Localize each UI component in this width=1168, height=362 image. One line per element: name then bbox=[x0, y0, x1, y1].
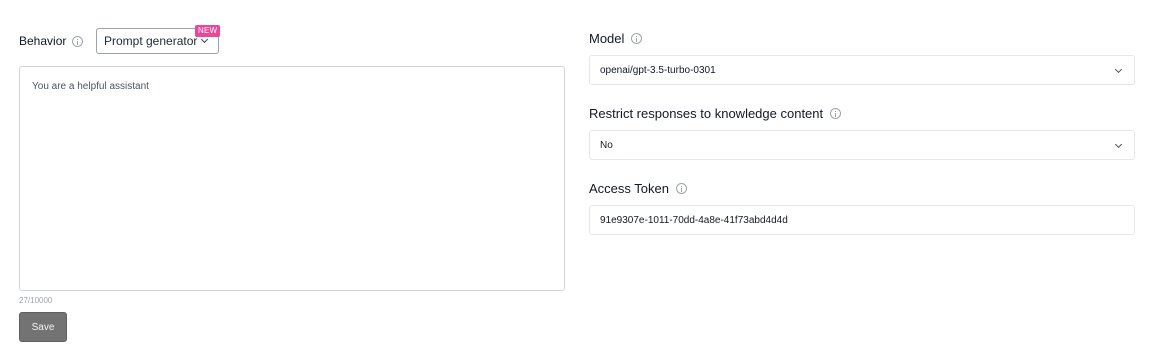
char-count: 27/10000 bbox=[19, 296, 53, 305]
behavior-info-icon[interactable] bbox=[72, 35, 84, 47]
chevron-down-icon bbox=[201, 35, 209, 44]
access-token-label: Access Token bbox=[589, 181, 669, 196]
restrict-label-row: Restrict responses to knowledge content bbox=[589, 106, 842, 121]
new-badge: NEW bbox=[195, 25, 221, 37]
model-label-row: Model bbox=[589, 31, 643, 46]
behavior-prompt-textarea[interactable]: You are a helpful assistant bbox=[19, 66, 565, 291]
restrict-info-icon[interactable] bbox=[830, 108, 842, 119]
save-button[interactable]: Save bbox=[19, 312, 67, 342]
restrict-label: Restrict responses to knowledge content bbox=[589, 106, 824, 121]
access-token-label-row: Access Token bbox=[589, 181, 687, 196]
access-token-field[interactable]: 91e9307e-1011-70dd-4a8e-41f73abd4d4d bbox=[589, 205, 1135, 235]
model-select[interactable]: openai/gpt-3.5-turbo-0301 bbox=[589, 55, 1135, 85]
behavior-header: Behavior bbox=[19, 28, 84, 54]
model-info-icon[interactable] bbox=[631, 33, 643, 44]
prompt-text: You are a helpful assistant bbox=[32, 81, 149, 92]
model-value: openai/gpt-3.5-turbo-0301 bbox=[600, 64, 716, 76]
prompt-generator-label: Prompt generator bbox=[104, 34, 198, 48]
restrict-select[interactable]: No bbox=[589, 130, 1135, 160]
chevron-down-icon bbox=[1114, 140, 1123, 149]
access-token-info-icon[interactable] bbox=[675, 183, 687, 194]
access-token-value: 91e9307e-1011-70dd-4a8e-41f73abd4d4d bbox=[600, 214, 788, 226]
chevron-down-icon bbox=[1114, 65, 1123, 74]
behavior-label: Behavior bbox=[19, 34, 67, 48]
model-label: Model bbox=[589, 31, 625, 46]
restrict-value: No bbox=[600, 139, 613, 151]
